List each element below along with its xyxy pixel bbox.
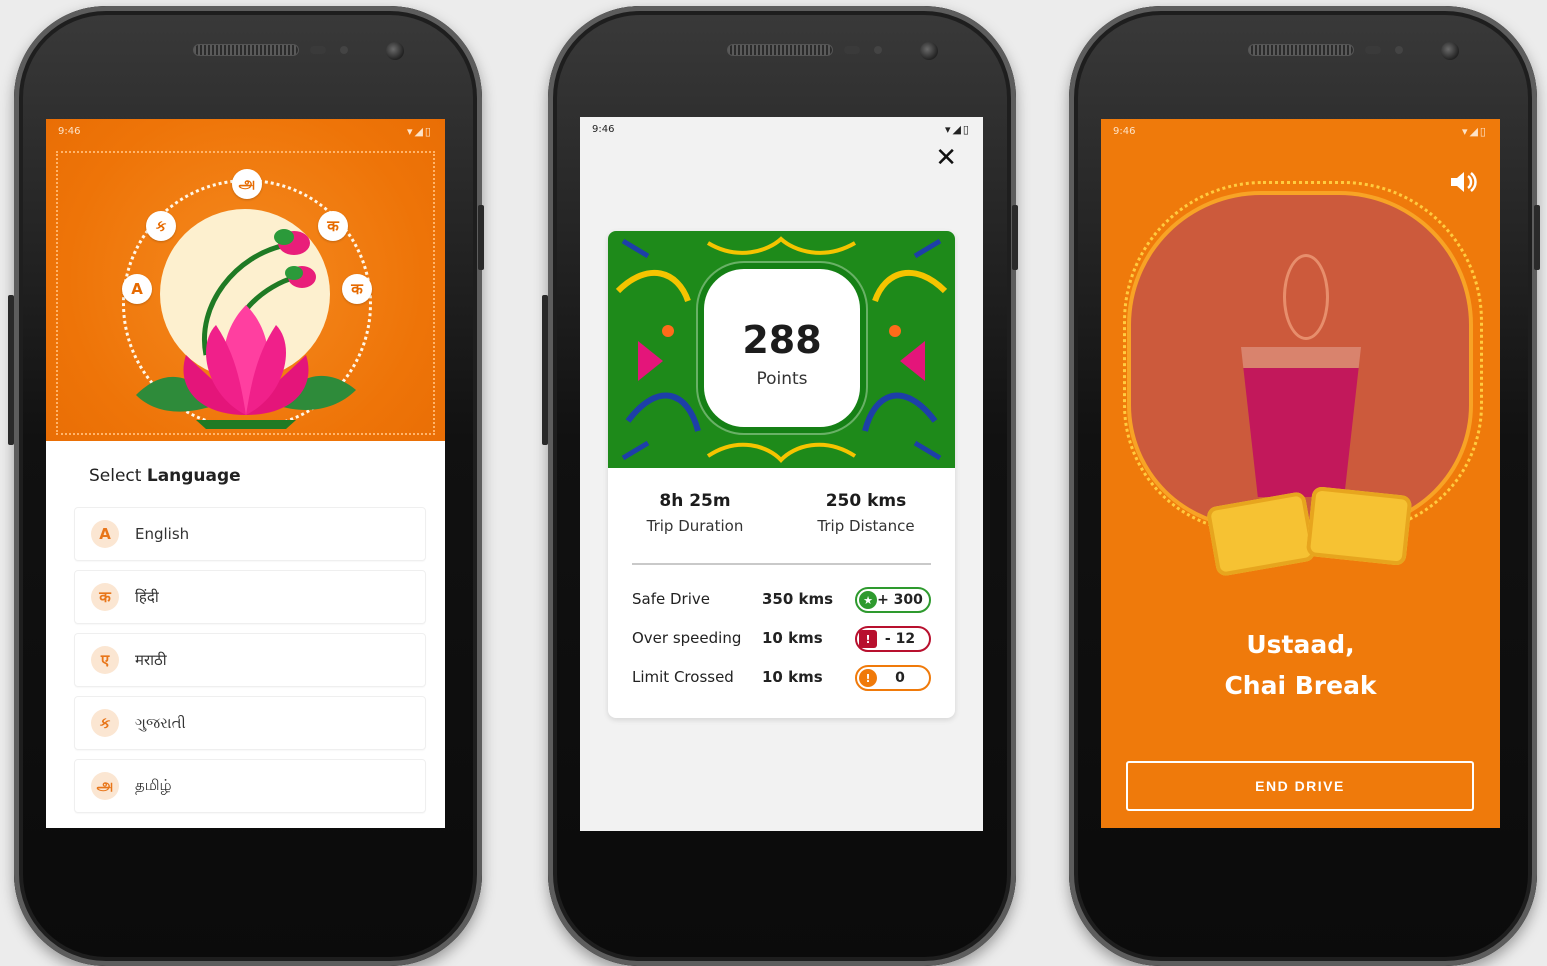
language-glyph-icon: ક: [91, 709, 119, 737]
proximity-sensor: [310, 46, 326, 54]
score-pill-limit: ! 0: [855, 665, 931, 691]
language-option-gujarati[interactable]: ક ગુજરાતી: [74, 696, 426, 750]
phone-mockup-trip-summary: 9:46 ▾◢▯ ✕ 288 Points 8h 25m Trip Durati…: [548, 6, 1016, 966]
front-camera: [386, 42, 404, 60]
page-title: Select Language: [89, 466, 241, 486]
trip-duration-stat: 8h 25m Trip Duration: [620, 491, 770, 535]
lotus-flower-icon: [136, 229, 356, 429]
status-time: 9:46: [1113, 125, 1136, 137]
score-value: + 300: [877, 592, 923, 608]
earpiece-speaker: [193, 44, 299, 56]
chai-glass-icon: [1241, 347, 1361, 497]
biscuit-icon: [1305, 485, 1413, 567]
language-glyph-icon: क: [91, 583, 119, 611]
side-button: [478, 205, 484, 270]
title-line-1: Ustaad,: [1246, 630, 1355, 659]
language-glyph-icon: ए: [91, 646, 119, 674]
proximity-sensor: [1365, 46, 1381, 54]
front-camera: [1441, 42, 1459, 60]
phone-mockup-language: அ ક क A क 9:46 ▾◢▯ Select Language A Eng…: [14, 6, 482, 966]
row-distance: 350 kms: [762, 590, 834, 608]
trip-distance-stat: 250 kms Trip Distance: [791, 491, 941, 535]
status-icons: ▾◢▯: [944, 122, 971, 136]
points-label: Points: [756, 369, 808, 389]
side-button: [1012, 205, 1018, 270]
trip-score-card: 288 Points 8h 25m Trip Duration 250 kms …: [608, 231, 955, 718]
side-button: [8, 295, 14, 445]
front-camera: [920, 42, 938, 60]
score-row-over-speeding: Over speeding 10 kms ! - 12: [632, 626, 931, 652]
score-value: - 12: [884, 631, 916, 647]
front-sensor: [874, 46, 882, 54]
earpiece-speaker: [727, 44, 833, 56]
language-label: हिंदी: [135, 588, 159, 606]
star-icon: ★: [859, 591, 877, 609]
divider: [632, 563, 931, 565]
status-bar: 9:46 ▾◢▯: [1101, 119, 1500, 143]
earpiece-speaker: [1248, 44, 1354, 56]
score-row-safe-drive: Safe Drive 350 kms ★ + 300: [632, 587, 931, 613]
language-screen: அ ક क A क 9:46 ▾◢▯ Select Language A Eng…: [46, 119, 445, 828]
row-name: Safe Drive: [632, 590, 710, 608]
status-bar: 9:46 ▾◢▯: [580, 117, 983, 141]
language-option-marathi[interactable]: ए मराठी: [74, 633, 426, 687]
row-distance: 10 kms: [762, 629, 823, 647]
stat-label: Trip Distance: [817, 517, 915, 535]
language-option-english[interactable]: A English: [74, 507, 426, 561]
warning-icon: !: [859, 630, 877, 648]
status-time: 9:46: [592, 123, 615, 135]
stat-label: Trip Duration: [646, 517, 744, 535]
row-name: Over speeding: [632, 629, 742, 647]
front-sensor: [340, 46, 348, 54]
status-time: 9:46: [58, 125, 81, 137]
front-sensor: [1395, 46, 1403, 54]
alert-icon: !: [859, 669, 877, 687]
side-button: [1534, 205, 1540, 270]
side-button: [542, 295, 548, 445]
status-bar: 9:46 ▾◢▯: [46, 119, 445, 143]
language-label: ગુજરાતી: [135, 714, 186, 732]
language-option-tamil[interactable]: அ தமிழ்: [74, 759, 426, 813]
score-pill-warn: ! - 12: [855, 626, 931, 652]
steam-swirl-icon: [1283, 254, 1329, 340]
language-glyph-icon: A: [91, 520, 119, 548]
title-strong: Language: [146, 466, 241, 486]
title-line-2: Chai Break: [1224, 671, 1377, 700]
language-label: मराठी: [135, 651, 167, 669]
phone-mockup-chai-break: 9:46 ▾◢▯ Ustaad, Chai Break END DRIVE: [1069, 6, 1537, 966]
title-prefix: Select: [89, 466, 142, 486]
end-drive-button[interactable]: END DRIVE: [1126, 761, 1474, 811]
status-icons: ▾◢▯: [406, 124, 433, 138]
glyph-bubble-tamil: அ: [232, 169, 262, 199]
score-pill-safe: ★ + 300: [855, 587, 931, 613]
volume-icon[interactable]: [1448, 167, 1478, 197]
trip-summary-screen: 9:46 ▾◢▯ ✕ 288 Points 8h 25m Trip Durati…: [580, 117, 983, 831]
lotus-header-illustration: அ ક क A क: [46, 119, 445, 441]
glyph-bubble-devanagari: क: [318, 211, 348, 241]
stat-value: 250 kms: [825, 491, 907, 511]
glyph-bubble-devanagari-2: क: [342, 274, 372, 304]
break-title: Ustaad, Chai Break: [1101, 624, 1500, 706]
proximity-sensor: [844, 46, 860, 54]
points-value: 288: [742, 318, 822, 362]
score-value: 0: [895, 670, 905, 686]
score-row-limit-crossed: Limit Crossed 10 kms ! 0: [632, 665, 931, 691]
glyph-bubble-latin: A: [122, 274, 152, 304]
language-label: English: [135, 525, 190, 543]
status-icons: ▾◢▯: [1461, 124, 1488, 138]
stat-value: 8h 25m: [659, 491, 731, 511]
folk-art-banner: 288 Points: [608, 231, 955, 468]
close-icon[interactable]: ✕: [935, 145, 957, 171]
row-name: Limit Crossed: [632, 668, 734, 686]
language-glyph-icon: அ: [91, 772, 119, 800]
row-distance: 10 kms: [762, 668, 823, 686]
chai-break-screen: 9:46 ▾◢▯ Ustaad, Chai Break END DRIVE: [1101, 119, 1500, 828]
glyph-bubble-gujarati: ક: [146, 211, 176, 241]
language-label: தமிழ்: [135, 776, 172, 794]
points-badge: 288 Points: [704, 269, 860, 427]
language-option-hindi[interactable]: क हिंदी: [74, 570, 426, 624]
